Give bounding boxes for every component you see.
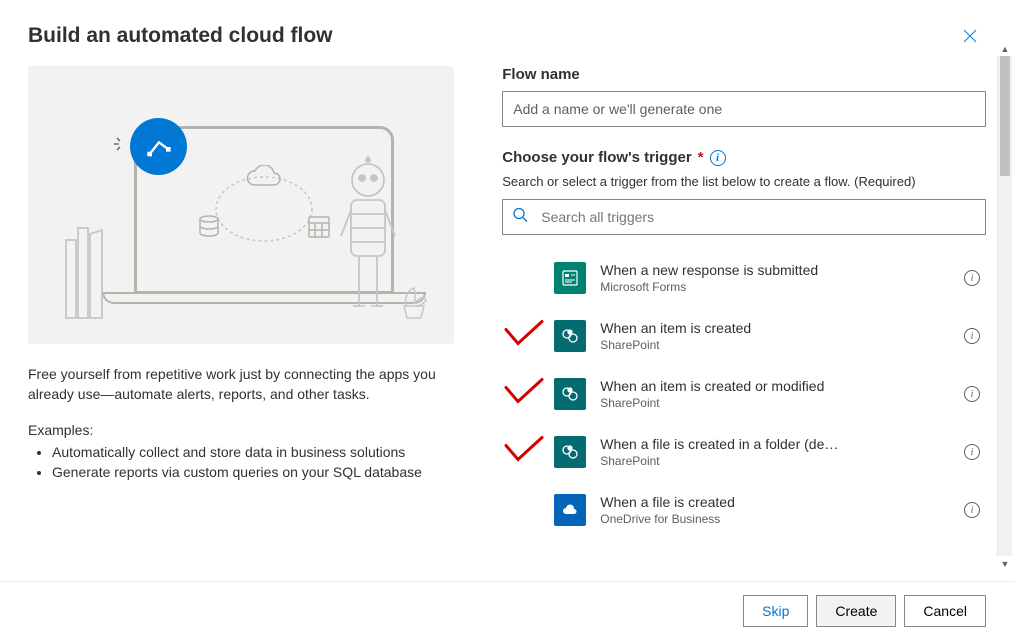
search-input[interactable] bbox=[502, 199, 986, 235]
trigger-info-icon[interactable]: i bbox=[964, 386, 980, 402]
spark-icon bbox=[114, 136, 130, 152]
trigger-info-icon[interactable]: i bbox=[964, 444, 980, 460]
examples-list: Automatically collect and store data in … bbox=[28, 442, 454, 482]
connector-icon bbox=[554, 436, 586, 468]
trigger-connector: Microsoft Forms bbox=[600, 279, 950, 295]
connector-icon bbox=[554, 494, 586, 526]
examples-heading: Examples: bbox=[28, 422, 454, 438]
trigger-connector: SharePoint bbox=[600, 453, 950, 469]
search-icon bbox=[512, 207, 528, 228]
scroll-down-arrow[interactable]: ▼ bbox=[998, 556, 1012, 571]
trigger-item[interactable]: When an item is created or modifiedShare… bbox=[502, 365, 986, 423]
trigger-connector: SharePoint bbox=[600, 337, 950, 353]
left-pane: • • bbox=[28, 66, 478, 573]
checkmark-annotation bbox=[502, 320, 546, 353]
trigger-item[interactable]: When a file is createdOneDrive for Busin… bbox=[502, 481, 986, 539]
trigger-text: When a file is createdOneDrive for Busin… bbox=[600, 493, 950, 527]
checkmark-annotation bbox=[502, 378, 546, 411]
dialog-title: Build an automated cloud flow bbox=[28, 24, 333, 48]
scrollbar[interactable]: ▲ ▼ bbox=[997, 56, 1012, 556]
checkmark-annotation bbox=[502, 436, 546, 469]
illustration: • • bbox=[28, 66, 454, 344]
trigger-label: Choose your flow's trigger * i bbox=[502, 149, 986, 166]
cancel-button[interactable]: Cancel bbox=[904, 595, 986, 627]
flow-name-input[interactable] bbox=[502, 91, 986, 127]
required-asterisk: * bbox=[698, 149, 704, 166]
trigger-text: When a new response is submittedMicrosof… bbox=[600, 261, 950, 295]
trigger-text: When an item is created or modifiedShare… bbox=[600, 377, 950, 411]
plant-icon bbox=[398, 286, 430, 320]
trigger-title: When an item is created or modified bbox=[600, 377, 950, 395]
trigger-info-icon[interactable]: i bbox=[964, 502, 980, 518]
connector-icon bbox=[554, 262, 586, 294]
search-wrap bbox=[502, 199, 986, 235]
robot-icon bbox=[337, 156, 399, 318]
skip-button[interactable]: Skip bbox=[743, 595, 808, 627]
trigger-title: When a file is created in a folder (de… bbox=[600, 435, 950, 453]
trigger-text: When a file is created in a folder (de…S… bbox=[600, 435, 950, 469]
dialog-content: • • bbox=[0, 66, 1014, 581]
trigger-info-icon[interactable]: i bbox=[964, 328, 980, 344]
trigger-connector: SharePoint bbox=[600, 395, 950, 411]
scroll-thumb[interactable] bbox=[1000, 56, 1010, 176]
dialog: Build an automated cloud flow • • bbox=[0, 0, 1014, 639]
trigger-title: When a file is created bbox=[600, 493, 950, 511]
connector-icon bbox=[554, 378, 586, 410]
example-item: Generate reports via custom queries on y… bbox=[52, 462, 454, 482]
helper-text: Search or select a trigger from the list… bbox=[502, 174, 986, 189]
trigger-item[interactable]: When an item is createdSharePoint i bbox=[502, 307, 986, 365]
trigger-text: When an item is createdSharePoint bbox=[600, 319, 950, 353]
right-pane: Flow name Choose your flow's trigger * i… bbox=[478, 66, 986, 573]
trigger-title: When an item is created bbox=[600, 319, 950, 337]
trigger-title: When a new response is submitted bbox=[600, 261, 950, 279]
intro-text: Free yourself from repetitive work just … bbox=[28, 364, 454, 404]
close-button[interactable] bbox=[954, 20, 986, 52]
example-item: Automatically collect and store data in … bbox=[52, 442, 454, 462]
trigger-connector: OneDrive for Business bbox=[600, 511, 950, 527]
dialog-footer: Skip Create Cancel bbox=[0, 581, 1014, 639]
books-icon bbox=[62, 220, 106, 320]
trigger-item[interactable]: When a new response is submittedMicrosof… bbox=[502, 249, 986, 307]
close-icon bbox=[961, 27, 979, 45]
connector-icon bbox=[554, 320, 586, 352]
info-icon[interactable]: i bbox=[710, 150, 726, 166]
flow-name-label: Flow name bbox=[502, 66, 986, 83]
dialog-header: Build an automated cloud flow bbox=[0, 0, 1014, 66]
scroll-up-arrow[interactable]: ▲ bbox=[998, 41, 1012, 56]
create-button[interactable]: Create bbox=[816, 595, 896, 627]
trigger-list: When a new response is submittedMicrosof… bbox=[502, 249, 986, 549]
trigger-item[interactable]: When a file is created in a folder (de…S… bbox=[502, 423, 986, 481]
trigger-info-icon[interactable]: i bbox=[964, 270, 980, 286]
flow-badge-icon bbox=[130, 118, 187, 175]
